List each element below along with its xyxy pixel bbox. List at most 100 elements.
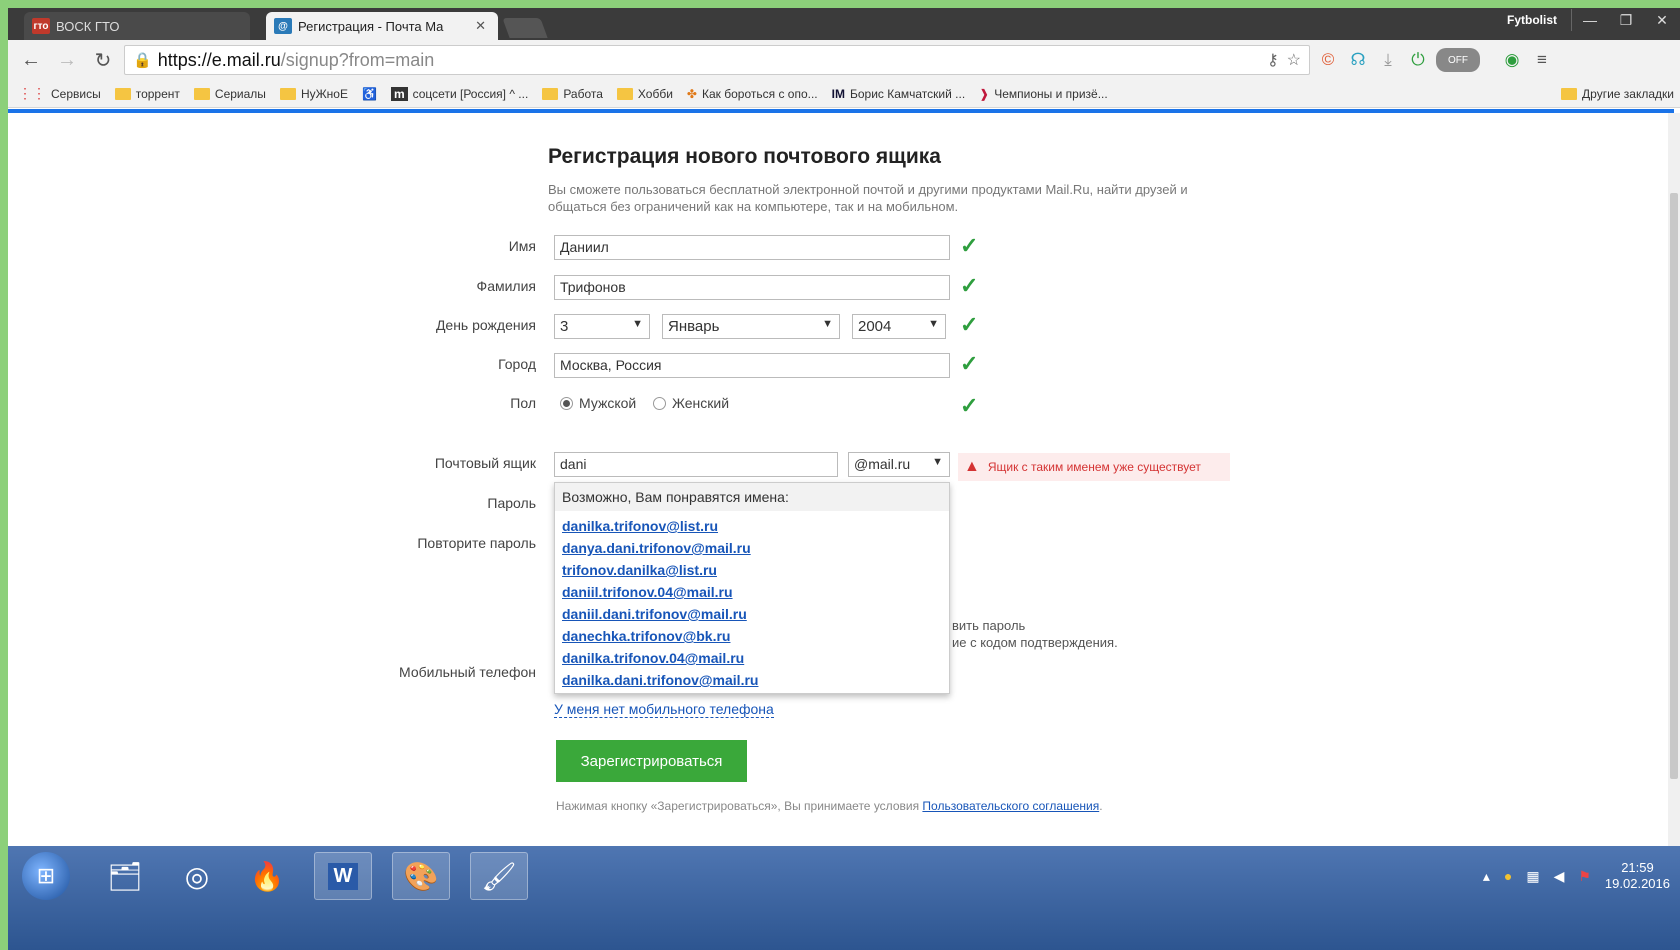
dropdown-arrow-icon: ▼ bbox=[632, 318, 643, 330]
scrollbar[interactable] bbox=[1668, 113, 1680, 846]
new-tab-button[interactable] bbox=[502, 18, 548, 38]
m-logo-icon: m bbox=[390, 86, 408, 101]
gender-female-radio[interactable]: Женский bbox=[653, 395, 729, 411]
suggestion-item[interactable]: danechka.trifonov@bk.ru bbox=[562, 625, 949, 647]
power-icon[interactable]: ⏻ bbox=[1406, 48, 1430, 72]
minimize-icon[interactable]: — bbox=[1572, 9, 1608, 31]
mailbox-domain-select[interactable]: @mail.ru ▼ bbox=[848, 452, 950, 477]
bookmark-serials[interactable]: Сериалы bbox=[193, 87, 266, 101]
bookmark-services[interactable]: ⋮⋮ Сервисы bbox=[18, 85, 101, 102]
star-icon[interactable]: ☆ bbox=[1287, 50, 1301, 70]
bookmark-other[interactable]: Другие закладки bbox=[1561, 87, 1680, 101]
paint-app-icon[interactable]: 🎨 bbox=[392, 852, 450, 900]
suggestion-item[interactable]: trifonov.danilka@list.ru bbox=[562, 559, 949, 581]
check-icon: ✓ bbox=[960, 312, 979, 337]
suggestion-item[interactable]: danya.dani.trifonov@mail.ru bbox=[562, 537, 949, 559]
intro-text: Вы сможете пользоваться бесплатной элект… bbox=[548, 182, 1188, 214]
suggestion-item[interactable]: daniil.dani.trifonov@mail.ru bbox=[562, 603, 949, 625]
tab-label: Регистрация - Почта Ma bbox=[298, 18, 444, 34]
gender-male-radio[interactable]: Мужской bbox=[560, 395, 636, 411]
check-icon: ✓ bbox=[960, 393, 979, 418]
suggestions-list: danilka.trifonov@list.ru danya.dani.trif… bbox=[555, 511, 949, 691]
mailbox-label: Почтовый ящик bbox=[434, 455, 536, 471]
bookmark-champions[interactable]: ❱ Чемпионы и призё... bbox=[979, 87, 1108, 101]
close-tab-icon[interactable]: ✕ bbox=[475, 18, 486, 34]
birthday-month-select[interactable]: Январь ▼ bbox=[662, 314, 840, 339]
apps-grid-icon: ⋮⋮ bbox=[18, 85, 46, 101]
check-icon: ✓ bbox=[960, 351, 979, 376]
terms-text: Нажимая кнопку «Зарегистрироваться», Вы … bbox=[556, 799, 1103, 813]
folder-icon bbox=[542, 87, 559, 100]
register-button[interactable]: Зарегистрироваться bbox=[556, 740, 747, 782]
bookmark-icon-only[interactable]: ♿ bbox=[362, 87, 377, 101]
extension-c-icon[interactable]: © bbox=[1316, 48, 1340, 72]
gender-label: Пол bbox=[510, 395, 536, 411]
url-path: /signup?from=main bbox=[280, 49, 435, 70]
word-icon[interactable]: W bbox=[314, 852, 372, 900]
window-controls: Fytbolist — ❐ ✕ bbox=[1493, 8, 1680, 32]
headphones-icon[interactable]: ☊ bbox=[1346, 48, 1370, 72]
tab-mail-signup[interactable]: @ Регистрация - Почта Ma ✕ bbox=[266, 12, 498, 40]
bookmark-torrent[interactable]: торрент bbox=[114, 87, 180, 101]
mail-icon: @ bbox=[274, 18, 292, 34]
suggestion-item[interactable]: danilka.trifonov@list.ru bbox=[562, 515, 949, 537]
suggestion-item[interactable]: daniil.trifonov.04@mail.ru bbox=[562, 581, 949, 603]
hidden-hint-text: вить пароль bbox=[952, 618, 1026, 633]
birthday-day-select[interactable]: 3 ▼ bbox=[554, 314, 650, 339]
dropdown-arrow-icon: ▼ bbox=[822, 318, 833, 330]
network-icon[interactable]: ▦ bbox=[1526, 868, 1539, 885]
city-input[interactable]: Москва, Россия bbox=[554, 353, 950, 378]
url-host: https://e.mail.ru bbox=[157, 49, 281, 70]
bookmark-nuzhnoe[interactable]: НуЖноЕ bbox=[279, 87, 348, 101]
close-window-icon[interactable]: ✕ bbox=[1644, 9, 1680, 31]
globe-icon[interactable]: ◉ bbox=[1500, 48, 1524, 72]
folder-icon bbox=[114, 87, 131, 100]
suggestion-item[interactable]: danilka.trifonov.04@mail.ru bbox=[562, 647, 949, 669]
volume-icon[interactable]: ◀ bbox=[1554, 868, 1565, 885]
forward-arrow-icon[interactable]: → bbox=[52, 45, 82, 75]
first-name-input[interactable]: Даниил bbox=[554, 235, 950, 260]
bookmark-boris[interactable]: IM Борис Камчатский ... bbox=[832, 87, 966, 101]
back-arrow-icon[interactable]: ← bbox=[16, 45, 46, 75]
menu-icon[interactable]: ≡ bbox=[1530, 48, 1554, 72]
start-button[interactable]: ⊞ bbox=[22, 852, 70, 900]
last-name-input[interactable]: Трифонов bbox=[554, 275, 950, 300]
toggle-off-icon[interactable]: OFF bbox=[1436, 48, 1480, 72]
folder-icon bbox=[193, 87, 210, 100]
suggestion-item[interactable]: danilka.dani.trifonov@mail.ru bbox=[562, 669, 949, 691]
app-flame-icon[interactable]: 🔥 bbox=[238, 852, 296, 900]
chrome-icon[interactable]: ◎ bbox=[168, 852, 226, 900]
clock[interactable]: 21:59 19.02.2016 bbox=[1605, 860, 1670, 892]
address-bar[interactable]: 🔒 https://e.mail.ru/signup?from=main ⚷ ☆ bbox=[124, 45, 1310, 75]
mailbox-error: ▲ Ящик с таким именем уже существует bbox=[958, 453, 1230, 481]
tab-gto[interactable]: гто ВОСК ГТО bbox=[24, 12, 250, 40]
tab-label: ВОСК ГТО bbox=[56, 18, 120, 34]
paint-brush-icon[interactable]: 🖌 bbox=[470, 852, 528, 900]
restore-icon[interactable]: ❐ bbox=[1608, 9, 1644, 31]
download-icon[interactable]: ⤓ bbox=[1376, 48, 1400, 72]
birthday-label: День рождения bbox=[435, 317, 536, 333]
hidden-hint-text: ие с кодом подтверждения. bbox=[952, 635, 1118, 650]
scrollbar-thumb[interactable] bbox=[1670, 193, 1678, 779]
file-explorer-icon[interactable]: 🗂 bbox=[96, 852, 154, 900]
accessibility-icon: ♿ bbox=[362, 86, 377, 101]
bookmark-fight[interactable]: ✤ Как бороться с опо... bbox=[687, 87, 818, 101]
bookmark-hobby[interactable]: Хобби bbox=[616, 87, 673, 101]
bookmarks-bar: ⋮⋮ Сервисы торрент Сериалы НуЖноЕ ♿ m соцс… bbox=[8, 80, 1680, 108]
birthday-year-select[interactable]: 2004 ▼ bbox=[852, 314, 946, 339]
tray-app-icon[interactable]: ● bbox=[1504, 868, 1512, 884]
folder-icon bbox=[616, 87, 633, 100]
terms-link[interactable]: Пользовательского соглашения bbox=[922, 799, 1099, 813]
tray-arrow-icon[interactable]: ▴ bbox=[1483, 868, 1490, 885]
reload-icon[interactable]: ↻ bbox=[88, 45, 118, 75]
mailbox-input[interactable]: dani bbox=[554, 452, 838, 477]
system-tray: ▴ ● ▦ ◀ ⚑ 21:59 19.02.2016 bbox=[1483, 852, 1670, 900]
bookmark-work[interactable]: Работа bbox=[542, 87, 603, 101]
flag-alert-icon[interactable]: ⚑ bbox=[1578, 868, 1591, 885]
no-phone-link[interactable]: У меня нет мобильного телефона bbox=[554, 701, 774, 718]
folder-icon bbox=[1561, 87, 1578, 100]
bookmark-social[interactable]: m соцсети [Россия] ^ ... bbox=[390, 86, 528, 101]
profile-name[interactable]: Fytbolist bbox=[1493, 9, 1572, 31]
folder-icon bbox=[279, 87, 296, 100]
key-icon[interactable]: ⚷ bbox=[1267, 50, 1279, 70]
